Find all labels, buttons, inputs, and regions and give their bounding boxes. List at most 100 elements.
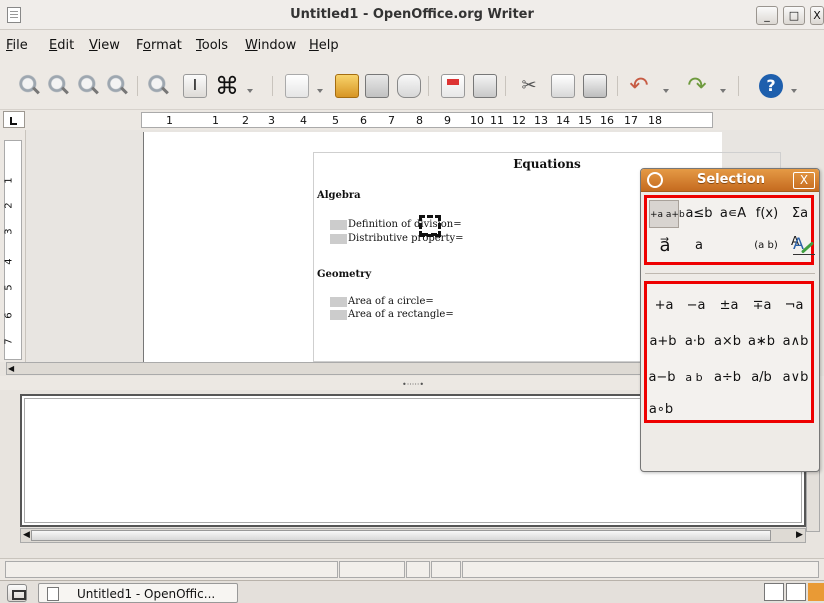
menu-edit[interactable]: Edit [49,38,74,53]
symbol-a-circle-b[interactable]: a∘b [647,396,675,424]
category-attributes[interactable]: a⃗ [651,232,679,260]
show-desktop-icon[interactable] [7,584,27,602]
symbol-a-dot-b[interactable]: a⋅b [679,328,711,356]
command-icon[interactable]: ⌘ [215,74,239,98]
selection-titlebar[interactable]: Selection X [641,169,819,192]
scroll-left-icon[interactable]: ◀ [8,364,18,374]
copy-icon[interactable] [551,74,575,98]
menu-edit-label: dit [57,38,75,53]
close-button[interactable]: X [810,6,824,25]
symbol-a-minus-b[interactable]: a−b [647,364,677,392]
list-item: Area of a rectangle= [330,309,454,320]
tab-stop-selector[interactable] [3,111,25,128]
menu-window-label: indow [257,38,297,53]
category-brackets[interactable]: (a b) [749,232,783,260]
selection-divider [645,273,815,274]
symbol-a-and-b[interactable]: a∧b [779,328,812,356]
menu-window[interactable]: Window [245,38,296,53]
paste-icon[interactable] [583,74,607,98]
open-folder-icon[interactable] [335,74,359,98]
workspace-1-icon[interactable] [764,583,784,601]
selection-close-button[interactable]: X [793,172,815,189]
list-item: Definition of division= [330,219,462,230]
minimize-button[interactable]: _ [756,6,778,25]
menu-tools[interactable]: Tools [196,38,228,53]
symbol-a-plus-b[interactable]: a+b [647,328,679,356]
title-bar: Untitled1 - OpenOffice.org Writer _ □ X [0,0,824,30]
menu-format-prefix: F [136,38,144,53]
tray-icon[interactable] [808,583,824,601]
undo-icon[interactable]: ↶ [627,74,651,98]
document-icon [47,587,59,601]
category-set-operations[interactable]: a∊A [717,200,749,228]
symbol-a-slash-b[interactable]: a/b [745,364,778,392]
symbol-a-or-b[interactable]: a∨b [779,364,812,392]
formula-object[interactable] [422,233,437,239]
document-page[interactable]: Equations Algebra Definition of division… [143,132,781,362]
workspace-2-icon[interactable] [786,583,806,601]
symbol-minusplus-a[interactable]: ∓a [748,292,776,320]
text-cursor-icon[interactable]: I [183,74,207,98]
symbol-panel: +a −a ±a ∓a ¬a a+b a⋅b a×b a∗b a∧b a−b a… [644,281,814,423]
fraction-numerator: a b [685,370,703,384]
menu-help[interactable]: Help [309,38,339,53]
zoom-icon[interactable] [17,74,41,98]
menu-view-label: iew [97,38,120,53]
menu-format[interactable]: Format [136,38,182,53]
selection-window: Selection X +a a+b a≤b a∊A f(x) Σa a⃗ a … [640,168,820,472]
list-item: Distributive property= [330,233,464,244]
formula-horizontal-scrollbar[interactable]: ◀ ▶ [20,528,806,543]
category-panel: +a a+b a≤b a∊A f(x) Σa a⃗ a (a b) A [644,195,815,265]
save-icon[interactable] [365,74,389,98]
menu-file-label: ile [12,38,28,53]
standard-toolbar: I ⌘ ✂ ↶ ↷ ? [0,60,824,110]
pdf-icon[interactable] [441,74,465,98]
menu-tools-label: ools [201,38,229,53]
new-document-icon[interactable] [285,74,309,98]
vertical-ruler[interactable]: 1 2 3 4 5 6 7 [0,130,26,362]
menu-help-label: elp [318,38,339,53]
symbol-minus-a[interactable]: −a [682,292,710,320]
menu-edit-accelerator: E [49,38,58,53]
status-bar [0,558,824,580]
algebra-heading: Algebra [317,190,361,201]
scroll-thumb[interactable] [31,530,771,541]
menu-view-accelerator: V [89,38,98,53]
category-unary-binary[interactable]: +a a+b [649,200,685,228]
symbol-a-star-b[interactable]: a∗b [745,328,778,356]
menu-format-accelerator: o [143,38,151,53]
print-icon[interactable] [473,74,497,98]
zoom-out-icon[interactable] [46,74,70,98]
list-item: Area of a circle= [330,296,434,307]
menu-format-label: rmat [150,38,182,53]
menu-file[interactable]: File [6,38,28,53]
maximize-button[interactable]: □ [783,6,805,25]
geometry-heading: Geometry [317,269,372,280]
category-operators[interactable]: Σa [785,200,815,228]
symbol-plusminus-a[interactable]: ±a [715,292,743,320]
symbol-a-over-b[interactable]: a b [681,364,707,392]
taskbar: Untitled1 - OpenOffic... [0,580,824,603]
taskbar-window-button[interactable]: Untitled1 - OpenOffic... [38,583,238,603]
symbol-a-divide-b[interactable]: a÷b [711,364,744,392]
category-others[interactable]: a [685,232,713,260]
window-title: Untitled1 - OpenOffice.org Writer [290,7,534,22]
scroll-right-icon[interactable]: ▶ [794,530,805,541]
menu-view[interactable]: View [89,38,120,53]
menu-window-accelerator: W [245,38,258,53]
symbol-not-a[interactable]: ¬a [780,292,808,320]
cut-icon[interactable]: ✂ [517,74,541,98]
email-icon[interactable] [397,74,421,98]
category-relations[interactable]: a≤b [683,200,715,228]
symbol-plus-a[interactable]: +a [650,292,678,320]
menu-help-accelerator: H [309,38,319,53]
category-functions[interactable]: f(x) [751,200,783,228]
zoom-100-icon[interactable] [76,74,100,98]
zoom-page-icon[interactable] [105,74,129,98]
zoom-width-icon[interactable] [146,74,170,98]
help-icon[interactable]: ? [759,74,783,98]
symbol-a-times-b[interactable]: a×b [711,328,744,356]
horizontal-ruler[interactable]: 1 1 2 3 4 5 6 7 8 9 10 11 12 13 14 15 16… [141,112,713,128]
redo-icon[interactable]: ↷ [685,74,709,98]
horizontal-ruler-row: 1 1 2 3 4 5 6 7 8 9 10 11 12 13 14 15 16… [0,110,824,130]
